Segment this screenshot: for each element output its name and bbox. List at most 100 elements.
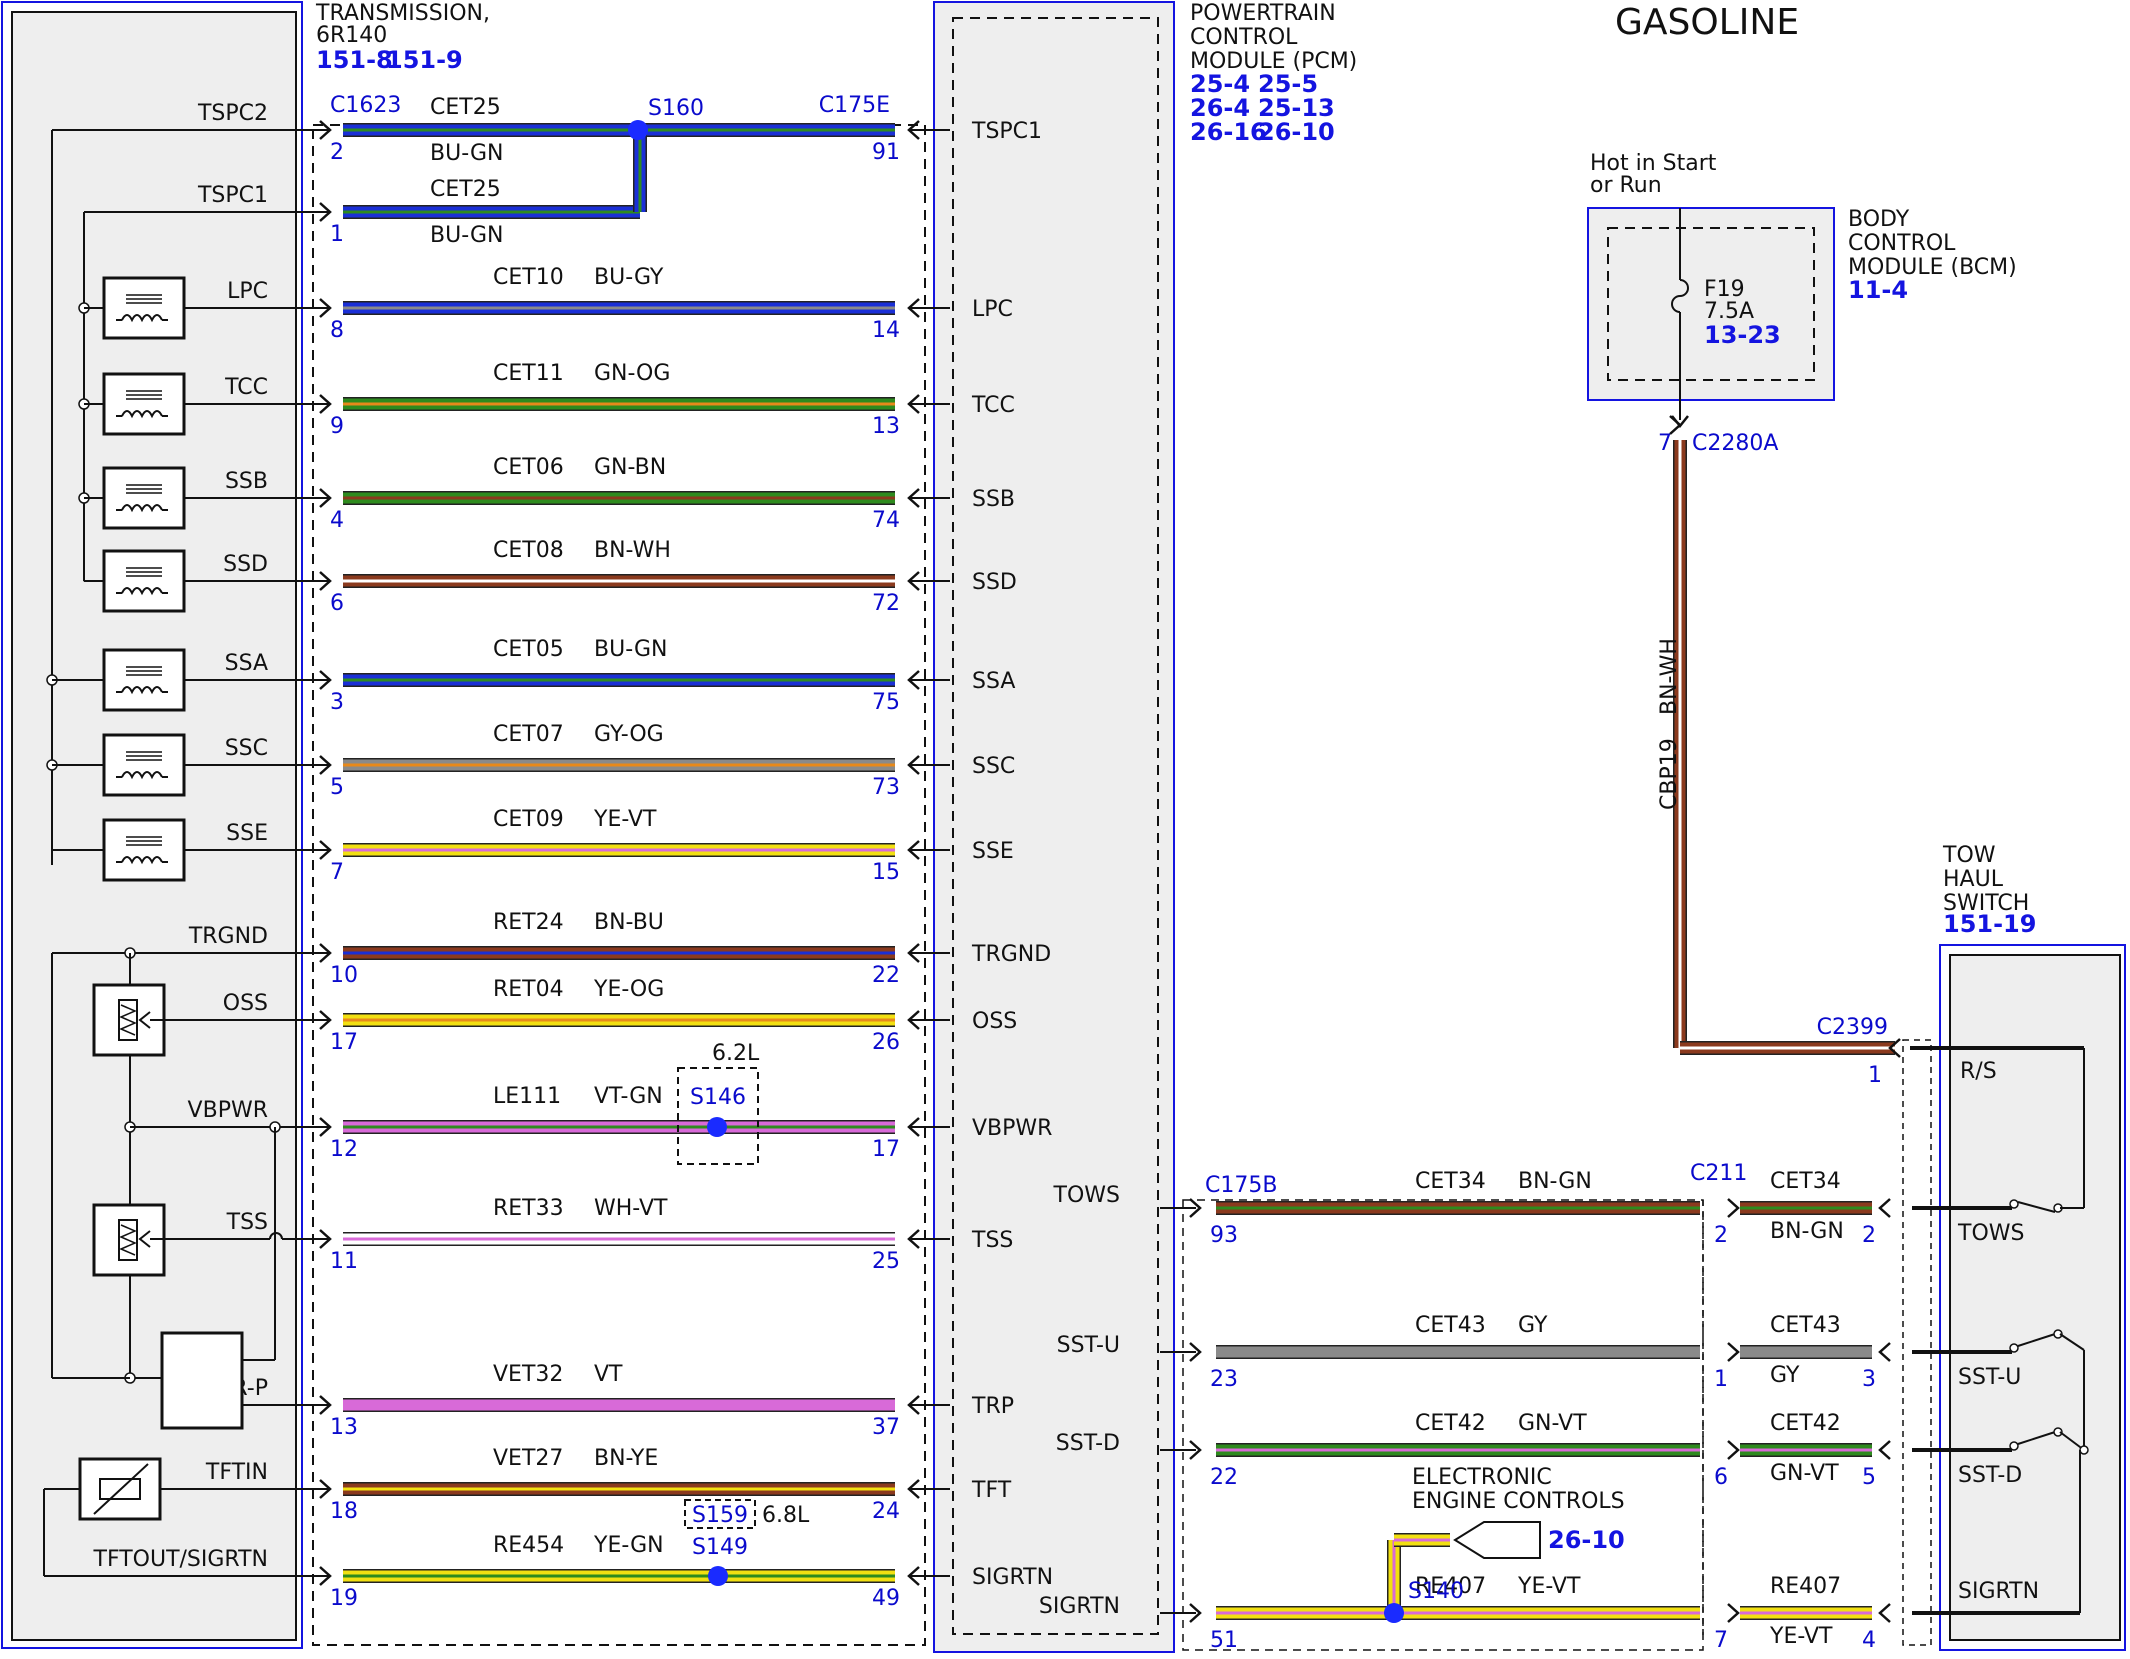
signal-name: TCC — [224, 375, 268, 400]
pin-left: 5 — [330, 775, 344, 800]
circuit-label: RET04 — [493, 977, 564, 1002]
pcm-pin-label: TSPC1 — [971, 119, 1042, 144]
switch-title: TOW — [1942, 843, 1996, 868]
pin-right: 49 — [872, 1586, 900, 1611]
circuit-cbp19: CBP19 — [1657, 738, 1682, 810]
circuit-label: CET10 — [493, 265, 564, 290]
pin-right: 26 — [872, 1030, 900, 1055]
pcm-pin-label: SSB — [972, 487, 1015, 512]
signal-name: SSB — [225, 469, 268, 494]
circuit-cbp19-color: BN-WH — [1657, 638, 1682, 715]
wire-color-label: GY — [1770, 1363, 1800, 1388]
connector-c175b: C175B — [1205, 1173, 1277, 1198]
pin-right: 14 — [872, 318, 900, 343]
splice-s146-dot — [707, 1117, 727, 1137]
eec-ref: 26-10 — [1548, 1526, 1625, 1554]
signal-name: TSPC1 — [197, 183, 268, 208]
switch-pivot — [2010, 1442, 2018, 1450]
fuse-ref: 13-23 — [1704, 321, 1781, 349]
switch-contact-tows: TOWS — [1957, 1221, 2024, 1246]
pin-right: 72 — [872, 591, 900, 616]
pcm-pin-label: VBPWR — [972, 1116, 1052, 1141]
pin-left: 9 — [330, 414, 344, 439]
pin-c2399: 1 — [1868, 1063, 1882, 1088]
ssc-solenoid — [104, 735, 184, 795]
switch-pivot — [2010, 1200, 2018, 1208]
connector-arrow — [1880, 1441, 1890, 1459]
page-title: GASOLINE — [1615, 2, 1799, 43]
engine-note-6-8l: 6.8L — [762, 1503, 810, 1528]
wire-color-label: GN-BN — [594, 455, 666, 480]
switch-contact-sigrtn: SIGRTN — [1958, 1579, 2039, 1604]
signal-name: SSD — [223, 552, 268, 577]
splice-s146-option-box — [678, 1068, 758, 1164]
transmission-model: 6R140 — [316, 23, 387, 48]
pin-c211: 2 — [1714, 1223, 1728, 1248]
wire-color-label: BU-GY — [594, 265, 664, 290]
pin-right: 91 — [872, 140, 900, 165]
ssa-solenoid — [104, 650, 184, 710]
pin-right: 24 — [872, 1499, 900, 1524]
wire-color-label: YE-VT — [1769, 1624, 1833, 1649]
connector-arrow — [1880, 1343, 1890, 1361]
pin-c211: 7 — [1714, 1628, 1728, 1653]
signal-name: OSS — [223, 991, 268, 1016]
pin-right: 25 — [872, 1249, 900, 1274]
wire-color-label: YE-GN — [593, 1533, 664, 1558]
transmission-ref: 151-9 — [386, 46, 463, 74]
pin-left: 4 — [330, 508, 344, 533]
connector-arrow — [1728, 1604, 1738, 1622]
pin-c211: 6 — [1714, 1465, 1728, 1490]
pin-left: 12 — [330, 1137, 358, 1162]
switch-title: HAUL — [1943, 867, 2004, 892]
connector-c211: C211 — [1690, 1161, 1747, 1186]
signal-name: TFTIN — [205, 1460, 268, 1485]
splice-s149-dot — [708, 1566, 728, 1586]
pin-right: 75 — [872, 690, 900, 715]
wire-color-label: GN-OG — [594, 361, 670, 386]
transmission-ref: 151-8 — [316, 46, 393, 74]
pcm-pin-label: SST-U — [1057, 1333, 1120, 1358]
connector-arrow — [1880, 1604, 1890, 1622]
connector-arrow — [1728, 1441, 1738, 1459]
bcm-ref: 11-4 — [1848, 276, 1908, 304]
switch-contact-sstd: SST-D — [1958, 1463, 2022, 1488]
wire-color-label: YE-VT — [593, 807, 657, 832]
circuit-label: CET08 — [493, 538, 564, 563]
wire-color-label: VT — [594, 1362, 623, 1387]
pin-left: 19 — [330, 1586, 358, 1611]
circuit-label: CET25 — [430, 95, 501, 120]
circuit-label: RE407 — [1770, 1574, 1841, 1599]
circuit-label: RE454 — [493, 1533, 564, 1558]
pcm-pin-label: OSS — [972, 1009, 1017, 1034]
circuit-label: CET42 — [1415, 1411, 1486, 1436]
circuit-label: LE111 — [493, 1084, 561, 1109]
tow-switch-inner — [1950, 955, 2120, 1640]
pin-left: 8 — [330, 318, 344, 343]
signal-name: SSC — [225, 736, 268, 761]
eec-label: ELECTRONIC — [1412, 1465, 1552, 1490]
connector-c2399: C2399 — [1817, 1015, 1888, 1040]
signal-name: SSE — [226, 821, 268, 846]
splice-s160: S160 — [648, 96, 704, 121]
wire-color-label: GY-OG — [594, 722, 664, 747]
pcm-pin-label: SSD — [972, 570, 1017, 595]
pin-left: 3 — [330, 690, 344, 715]
wire-color-label: YE-VT — [1517, 1574, 1581, 1599]
pin-pcm: 93 — [1210, 1223, 1238, 1248]
circuit-label: RET33 — [493, 1196, 564, 1221]
wire-color-label: YE-OG — [593, 977, 664, 1002]
engine-note-6-2l: 6.2L — [712, 1041, 760, 1066]
pcm-pin-label: SIGRTN — [972, 1565, 1053, 1590]
wire-color-label: BN-YE — [594, 1446, 658, 1471]
connector-arrow — [1728, 1343, 1738, 1361]
wire-color-label: BU-GN — [430, 141, 503, 166]
eec-connector-tag — [1455, 1522, 1540, 1558]
pin-right: 15 — [872, 860, 900, 885]
pin-right: 74 — [872, 508, 900, 533]
pin-left: 1 — [330, 222, 344, 247]
splice-s146-label: S146 — [690, 1085, 746, 1110]
switch-connector-frame — [1903, 1040, 1931, 1645]
pcm-pin-label: SIGRTN — [1039, 1594, 1120, 1619]
pin-right: 17 — [872, 1137, 900, 1162]
